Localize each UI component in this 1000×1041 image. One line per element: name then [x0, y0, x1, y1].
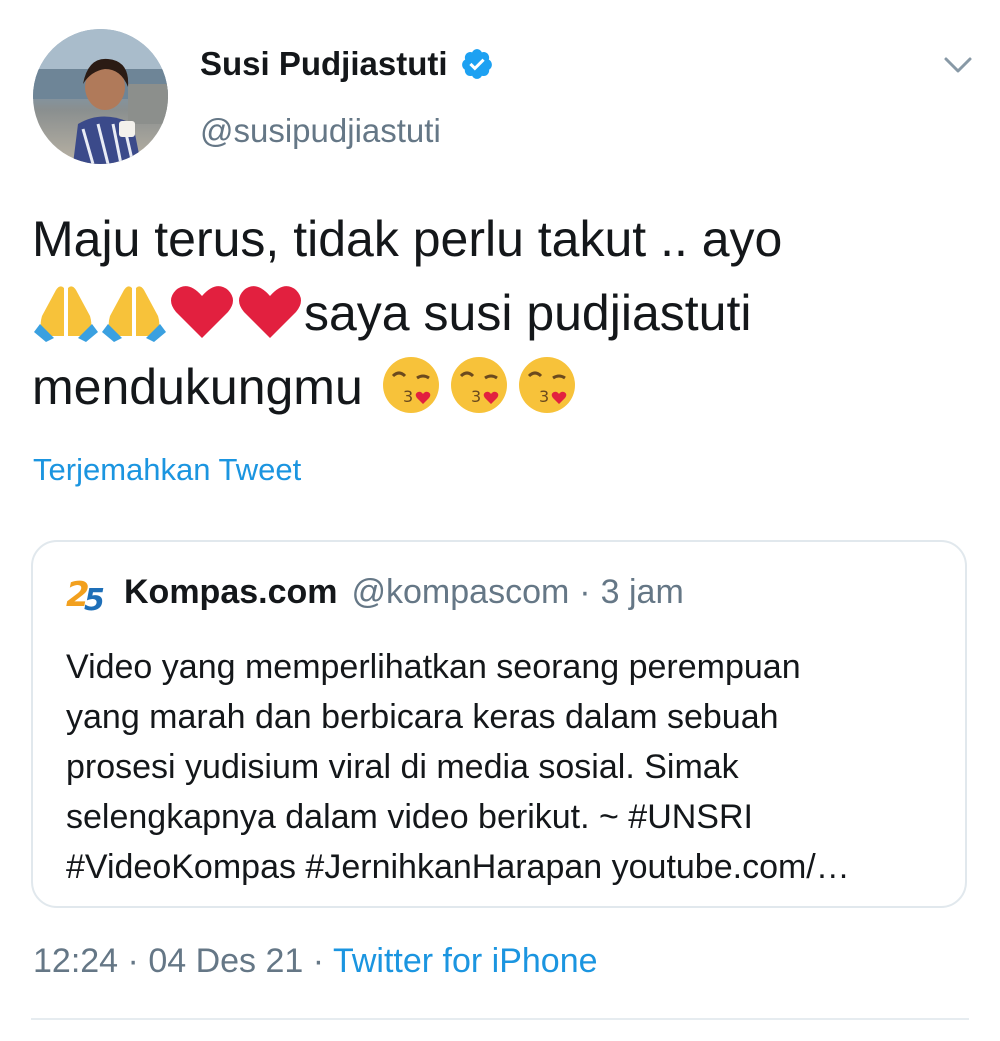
red-heart-icon [236, 280, 304, 342]
quoted-tweet-header: 2 5 Kompas.com @kompascom · 3 jam [66, 572, 684, 619]
folded-hands-icon [100, 280, 168, 342]
verified-badge-icon [460, 47, 494, 81]
quoted-author-handle: @kompascom [351, 572, 570, 611]
quoted-tweet-card[interactable]: 2 5 Kompas.com @kompascom · 3 jam Video … [31, 540, 967, 908]
quoted-line: yang marah dan berbicara keras dalam seb… [66, 698, 779, 736]
tweet-meta: 12:24 · 04 Des 21 · Twitter for iPhone [33, 942, 598, 981]
svg-text:3: 3 [539, 387, 549, 406]
quoted-line: Video yang memperlihatkan seorang peremp… [66, 648, 801, 686]
quoted-author-name: Kompas.com [124, 572, 338, 611]
tweet-line-3-text: mendukungmu [32, 359, 363, 415]
quoted-separator: · [579, 572, 591, 611]
meta-separator: · [312, 942, 325, 980]
quoted-line: selengkapnya dalam video berikut. ~ #UNS… [66, 798, 753, 836]
face-blowing-kiss-icon: 3 [513, 354, 581, 416]
tweet-line-2-text: saya susi pudjiastuti [304, 285, 752, 341]
face-blowing-kiss-icon: 3 [377, 354, 445, 416]
face-blowing-kiss-icon: 3 [445, 354, 513, 416]
profile-photo-icon [33, 29, 168, 164]
divider [31, 1018, 969, 1020]
tweet-text: Maju terus, tidak perlu takut .. ayo say… [32, 202, 972, 424]
translate-tweet-link[interactable]: Terjemahkan Tweet [33, 452, 301, 488]
author-display-name[interactable]: Susi Pudjiastuti [200, 45, 494, 83]
quoted-timestamp: 3 jam [600, 572, 684, 611]
svg-text:3: 3 [403, 387, 413, 406]
chevron-down-icon[interactable] [938, 50, 978, 80]
red-heart-icon [168, 280, 236, 342]
author-name-text: Susi Pudjiastuti [200, 45, 448, 82]
tweet-source-link[interactable]: Twitter for iPhone [333, 942, 598, 980]
kompas-logo-icon: 2 5 [66, 572, 114, 618]
tweet-line-1: Maju terus, tidak perlu takut .. ayo [32, 211, 783, 267]
tweet-line-3: mendukungmu 3 3 3 [32, 350, 972, 424]
tweet-date[interactable]: 04 Des 21 [148, 942, 303, 980]
svg-text:5: 5 [84, 583, 105, 612]
tweet-time[interactable]: 12:24 [33, 942, 118, 980]
quoted-line: #VideoKompas #JernihkanHarapan youtube.c… [66, 848, 850, 886]
author-handle[interactable]: @susipudjiastuti [200, 112, 441, 150]
folded-hands-icon [32, 280, 100, 342]
avatar[interactable] [33, 29, 168, 164]
meta-separator: · [127, 942, 139, 980]
tweet-line-2: saya susi pudjiastuti [32, 276, 972, 350]
quoted-line: prosesi yudisium viral di media sosial. … [66, 748, 739, 786]
svg-text:3: 3 [471, 387, 481, 406]
quoted-tweet-text: Video yang memperlihatkan seorang peremp… [66, 642, 946, 892]
